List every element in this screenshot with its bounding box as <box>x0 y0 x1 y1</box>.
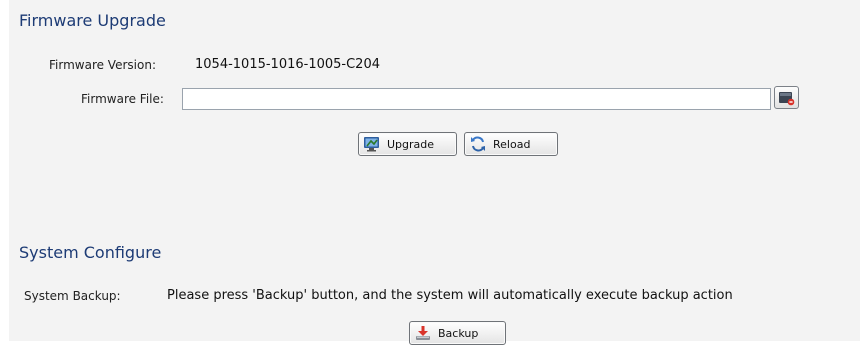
reload-button[interactable]: Reload <box>464 132 558 156</box>
settings-panel: Firmware Upgrade Firmware Version: 1054-… <box>9 0 860 345</box>
firmware-upgrade-title: Firmware Upgrade <box>19 11 166 30</box>
folder-browse-icon <box>779 92 795 106</box>
firmware-file-label: Firmware File: <box>81 92 164 106</box>
system-backup-label: System Backup: <box>24 289 121 303</box>
monitor-upgrade-icon <box>364 137 379 152</box>
system-backup-message: Please press 'Backup' button, and the sy… <box>167 288 733 303</box>
system-configure-title: System Configure <box>19 243 162 262</box>
backup-button[interactable]: Backup <box>409 321 506 345</box>
reload-button-label: Reload <box>493 137 531 151</box>
firmware-version-value: 1054-1015-1016-1005-C204 <box>195 57 380 72</box>
reload-arrows-icon <box>471 136 485 152</box>
backup-tray-icon <box>416 326 430 340</box>
upgrade-button-label: Upgrade <box>387 137 435 151</box>
firmware-file-input[interactable] <box>182 88 771 110</box>
upgrade-button[interactable]: Upgrade <box>358 132 457 156</box>
backup-button-label: Backup <box>438 326 479 340</box>
browse-file-button[interactable] <box>774 86 799 109</box>
firmware-version-label: Firmware Version: <box>49 58 156 72</box>
